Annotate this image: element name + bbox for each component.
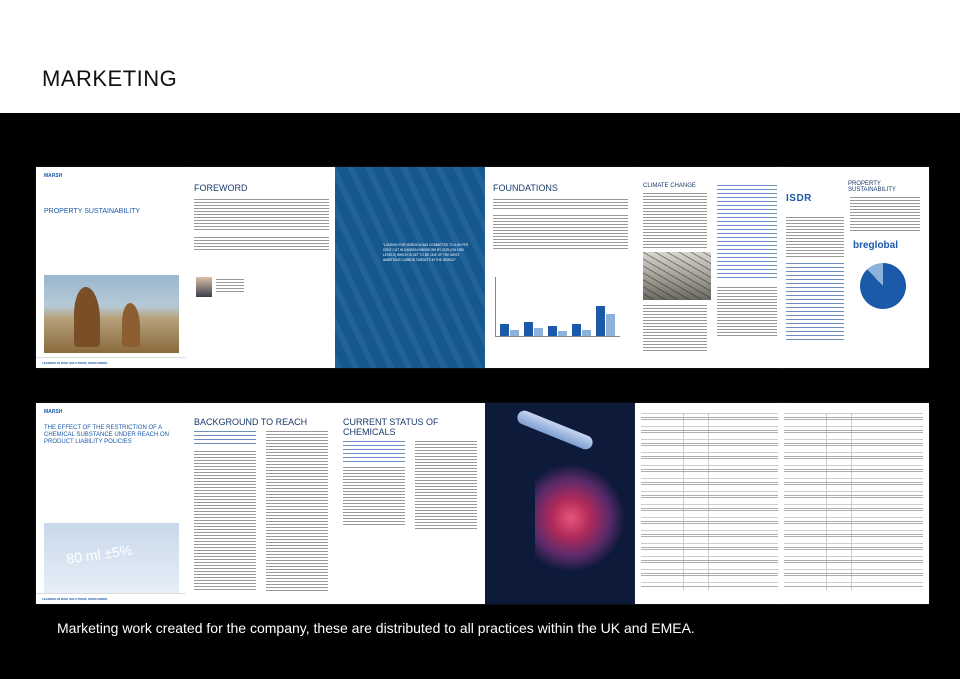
thumbnail-climate-change[interactable]: CLIMATE CHANGE	[635, 167, 786, 368]
cover-title: PROPERTY SUSTAINABILITY	[44, 208, 141, 215]
thumbnail-quote-page[interactable]: “LONDON FOR NORDICA HAS COMMITTED TO A 6…	[335, 167, 486, 368]
thumbnail-foundations[interactable]: FOUNDATIONS	[485, 167, 636, 368]
thumbnail-foreword[interactable]: FOREWORD	[186, 167, 337, 368]
reach-cover-title: THE EFFECT OF THE RESTRICTION OF A CHEMI…	[44, 425, 170, 445]
thumbnail-background-to-reach[interactable]: BACKGROUND TO REACH	[186, 403, 337, 604]
current-status-title: CURRENT STATUS OF CHEMICALS	[343, 417, 439, 437]
cover-footer: LEADERS IN RISK SOLUTIONS, WORLDWIDE	[42, 361, 108, 365]
marsh-logo: MARSH	[44, 409, 63, 415]
pull-quote	[717, 185, 777, 281]
termite-mound-photo	[44, 275, 179, 353]
thumbnail-property-sustainability[interactable]: ISDR PROPERTY SUSTAINABILITY breglobal	[778, 167, 929, 368]
pink-liquid-glow	[535, 463, 625, 573]
cracked-earth-photo	[643, 252, 711, 300]
thumbnail-table-b[interactable]	[778, 403, 929, 604]
thumbnail-table-a[interactable]	[635, 403, 786, 604]
foundations-title: FOUNDATIONS	[493, 183, 558, 193]
quote-text: “LONDON FOR NORDICA HAS COMMITTED TO A 6…	[383, 243, 469, 262]
thumbnail-cover-reach[interactable]: MARSH THE EFFECT OF THE RESTRICTION OF A…	[36, 403, 187, 604]
isdr-logo: ISDR	[786, 193, 812, 204]
thumbnail-lab-image[interactable]	[485, 403, 636, 604]
header-band: MARKETING	[0, 0, 960, 113]
thumbnail-current-status[interactable]: CURRENT STATUS OF CHEMICALS	[335, 403, 486, 604]
portrait-photo	[196, 277, 212, 297]
thumbnail-cover-property-sustainability[interactable]: MARSH PROPERTY SUSTAINABILITY LEADERS IN…	[36, 167, 187, 368]
cover-footer: LEADERS IN RISK SOLUTIONS, WORLDWIDE	[42, 597, 108, 601]
page-title: MARKETING	[42, 66, 178, 91]
test-tube	[515, 408, 595, 452]
breglobal-logo: breglobal	[853, 240, 899, 251]
marsh-logo: MARSH	[44, 173, 63, 179]
foundations-bar-chart	[495, 277, 620, 337]
pie-chart	[860, 263, 906, 309]
ps-title: PROPERTY SUSTAINABILITY	[848, 181, 896, 193]
foreword-title: FOREWORD	[194, 183, 248, 193]
caption-text: Marketing work created for the company, …	[57, 620, 695, 636]
background-title: BACKGROUND TO REACH	[194, 417, 308, 427]
